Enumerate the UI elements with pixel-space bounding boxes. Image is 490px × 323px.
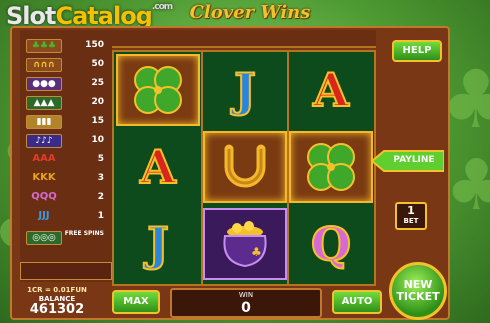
reels-top-border bbox=[112, 30, 376, 48]
pay-value: 50 bbox=[91, 59, 104, 69]
symbol-letter: A bbox=[139, 140, 177, 194]
qqq-symbol: QQQ bbox=[31, 191, 57, 202]
win-panel: WIN 0 bbox=[170, 288, 322, 318]
symbol-letter: J bbox=[146, 217, 170, 271]
pay-value: 15 bbox=[91, 116, 104, 126]
paytable-row: ●●● 25 bbox=[20, 76, 112, 94]
win-value: 0 bbox=[241, 300, 251, 316]
kkk-symbol: KKK bbox=[32, 172, 56, 183]
credit-rate: 1CR = 0.01FUN bbox=[27, 286, 87, 294]
scatter-icon: ◎◎◎ bbox=[26, 231, 62, 245]
clover-symbol bbox=[289, 131, 373, 203]
symbol-letter: Q bbox=[310, 217, 352, 271]
reel-symbol-q: Q bbox=[289, 208, 373, 280]
bet-value: 1 bbox=[407, 204, 415, 217]
win-label: WIN bbox=[238, 291, 254, 299]
clover-icon bbox=[307, 143, 355, 191]
pay-value: 1 bbox=[97, 211, 104, 221]
symbol-letter: J bbox=[233, 63, 257, 117]
reel-symbol-a: A bbox=[116, 131, 200, 203]
aaa-symbol: AAA bbox=[32, 153, 56, 164]
paytable-row: ▮▮▮ 15 bbox=[20, 114, 112, 132]
reel-symbol-j: J bbox=[116, 208, 200, 280]
paytable-row: JJJ 1 bbox=[20, 209, 112, 227]
pay-value: 2 bbox=[97, 192, 104, 202]
horseshoe-icon: ∩∩∩ bbox=[26, 58, 62, 72]
bet-label: BET bbox=[403, 217, 419, 225]
paytable-row: ▲▲▲ 20 bbox=[20, 95, 112, 113]
pot-of-gold-icon: ♣ bbox=[223, 221, 267, 268]
top-hat-icon: ▲▲▲ bbox=[26, 96, 62, 110]
paytable-row: ◎◎◎ FREE SPINS bbox=[20, 230, 112, 248]
jjj-symbol: JJJ bbox=[38, 210, 50, 221]
new-ticket-button[interactable]: NEW TICKET bbox=[389, 262, 447, 320]
horseshoe-icon bbox=[224, 144, 266, 188]
reel-symbol-a: A bbox=[289, 54, 373, 126]
paytable-row: ∩∩∩ 50 bbox=[20, 57, 112, 75]
paytable-row: ♪♪♪ 10 bbox=[20, 133, 112, 151]
background-clover-icon: ♣ bbox=[445, 144, 490, 226]
pay-value: 10 bbox=[91, 135, 104, 145]
celtic-knot-decor bbox=[20, 262, 112, 280]
help-button[interactable]: HELP bbox=[392, 40, 442, 62]
horseshoe-symbol bbox=[203, 131, 287, 203]
pay-value: 150 bbox=[85, 40, 104, 50]
pipe-icon: ♪♪♪ bbox=[26, 134, 62, 148]
pay-value: 25 bbox=[91, 78, 104, 88]
pay-value: 3 bbox=[97, 173, 104, 183]
bet-display[interactable]: 1 BET bbox=[395, 202, 427, 230]
game-title: Clover Wins bbox=[189, 2, 311, 23]
payline-indicator[interactable]: PAYLINE bbox=[372, 150, 444, 172]
auto-button[interactable]: AUTO bbox=[332, 290, 382, 314]
shamrock-icon: ♣♣♣ bbox=[26, 39, 62, 53]
balance-panel: 1CR = 0.01FUN BALANCE 461302 bbox=[18, 286, 96, 318]
pot-of-gold-icon: ●●● bbox=[26, 77, 62, 91]
pay-value: 20 bbox=[91, 97, 104, 107]
clover-symbol bbox=[116, 54, 200, 126]
svg-text:♣: ♣ bbox=[251, 245, 262, 259]
new-ticket-label: NEW TICKET bbox=[396, 278, 440, 303]
paytable-row: ♣♣♣ 150 bbox=[20, 38, 112, 56]
paytable: ♣♣♣ 150 ∩∩∩ 50 ●●● 25 ▲▲▲ 20 ▮▮▮ 15 ♪♪♪ … bbox=[20, 30, 112, 282]
payline-label: PAYLINE bbox=[393, 155, 435, 165]
paytable-row: KKK 3 bbox=[20, 171, 112, 189]
pay-value: FREE SPINS bbox=[64, 230, 104, 237]
clover-icon bbox=[134, 66, 182, 114]
max-button[interactable]: MAX bbox=[112, 290, 160, 314]
paytable-row: AAA 5 bbox=[20, 152, 112, 170]
reels-area: A J J ♣ A Q bbox=[112, 50, 376, 286]
pot-of-gold-symbol: ♣ bbox=[203, 208, 287, 280]
beer-icon: ▮▮▮ bbox=[26, 115, 62, 129]
reel-symbol-j: J bbox=[203, 54, 287, 126]
pay-value: 5 bbox=[97, 154, 104, 164]
symbol-letter: A bbox=[312, 63, 350, 117]
balance-value: 461302 bbox=[29, 302, 85, 317]
paytable-row: QQQ 2 bbox=[20, 190, 112, 208]
